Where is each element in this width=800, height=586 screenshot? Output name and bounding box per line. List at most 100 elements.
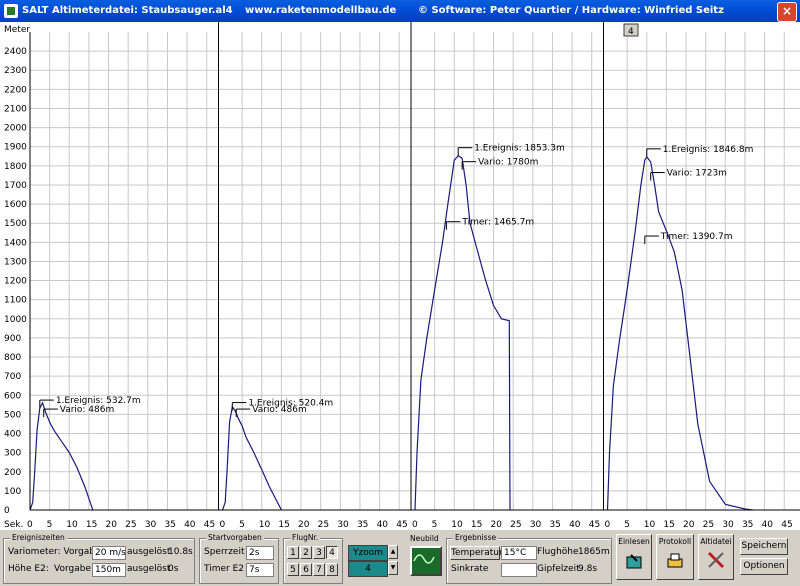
- y-tick-label: 500: [4, 410, 21, 420]
- altitude-curve: [414, 154, 511, 511]
- vorgabe-label: Vorgabe: [54, 564, 91, 574]
- yzoom-control: Yzoom 4 ▲ ▼: [348, 545, 398, 577]
- annotation-label: Timer: 1465.7m: [461, 218, 534, 228]
- x-tick-label: 10: [644, 520, 656, 530]
- x-tick-label: 45: [204, 520, 215, 530]
- chart-svg: 0100200300400500600700800900100011001200…: [4, 22, 800, 530]
- timer-e2-label: Timer E2: [204, 564, 244, 574]
- einlesen-label: Einlesen: [618, 537, 650, 546]
- y-tick-label: 1100: [4, 296, 27, 306]
- gipfelzeit-label: Gipfelzeit: [537, 564, 580, 574]
- ereigniszeiten-title: Ereigniszeiten: [10, 533, 67, 542]
- x-axis-label: Sek.: [4, 520, 23, 530]
- y-tick-label: 2000: [4, 124, 27, 134]
- y-tick-label: 200: [4, 468, 21, 478]
- flug-button-2[interactable]: 2: [300, 546, 312, 559]
- ausgeloest-value-1: 10.8s: [168, 547, 193, 557]
- x-tick-label: 5: [47, 520, 53, 530]
- ergebnisse-title: Ergebnisse: [453, 533, 499, 542]
- speichern-button[interactable]: Speichern: [740, 538, 788, 555]
- x-tick-label: 15: [471, 520, 482, 530]
- x-tick-label: 5: [624, 520, 630, 530]
- x-tick-label: 25: [125, 520, 136, 530]
- ausgeloest-value-2: 0s: [168, 564, 179, 574]
- variometer-vorgabe-value[interactable]: 20 m/s: [92, 546, 126, 560]
- neubild-button[interactable]: [410, 546, 442, 576]
- x-tick-label: 15: [278, 520, 289, 530]
- protokoll-label: Protokoll: [658, 537, 692, 546]
- annotation-label: Vario: 486m: [252, 405, 307, 415]
- y-tick-label: 600: [4, 391, 21, 401]
- yzoom-value[interactable]: 4: [348, 561, 388, 577]
- y-tick-label: 1700: [4, 181, 27, 191]
- y-tick-label: 400: [4, 430, 21, 440]
- x-tick-label: 45: [396, 520, 407, 530]
- close-button[interactable]: ×: [777, 2, 797, 22]
- x-tick-label: 20: [298, 520, 310, 530]
- y-tick-label: 1400: [4, 238, 27, 248]
- x-tick-label: 20: [491, 520, 503, 530]
- x-tick-label: 40: [762, 520, 774, 530]
- window-title: SALT Altimeterdatei: Staubsauger.al4: [22, 5, 233, 16]
- flug-button-1[interactable]: 1: [287, 546, 299, 559]
- y-tick-label: 100: [4, 487, 21, 497]
- y-tick-label: 0: [4, 506, 10, 516]
- y-tick-label: 1200: [4, 277, 27, 287]
- flug-button-6[interactable]: 6: [300, 563, 312, 576]
- flughoehe-label: Flughöhe: [537, 547, 579, 557]
- altitude-chart: 0 100 200 300 400 500 600 700 800 900 1000 1100 1200…: [0, 22, 800, 530]
- control-panel: Ereigniszeiten Variometer: Vorgabe 20 m/…: [0, 530, 800, 586]
- startvorgaben-group: Startvorgaben Sperrzeit 2s Timer E2 7s: [199, 533, 279, 584]
- x-tick-label: 35: [164, 520, 175, 530]
- page-indicator-label: 4: [628, 27, 634, 37]
- timer-e2-value[interactable]: 7s: [246, 563, 274, 577]
- sinkrate-label: Sinkrate: [451, 564, 489, 574]
- x-tick-label: 40: [184, 520, 196, 530]
- hoehe-e2-vorgabe-value[interactable]: 150m: [92, 563, 126, 577]
- flug-button-5[interactable]: 5: [287, 563, 299, 576]
- optionen-button[interactable]: Optionen: [740, 558, 788, 575]
- sperrzeit-value[interactable]: 2s: [246, 546, 274, 560]
- neubild-label: Neubild: [410, 534, 439, 543]
- einlesen-button[interactable]: Einlesen: [616, 534, 652, 580]
- flug-button-4[interactable]: 4: [326, 546, 338, 559]
- ergebnisse-group: Ergebnisse Temperatur 15°C Flughöhe 1865…: [446, 533, 612, 584]
- yzoom-up-button[interactable]: ▲: [388, 545, 398, 559]
- ereigniszeiten-group: Ereigniszeiten Variometer: Vorgabe 20 m/…: [3, 533, 195, 584]
- altitude-curve: [29, 401, 94, 511]
- x-tick-label: 35: [549, 520, 560, 530]
- x-tick-label: 5: [432, 520, 438, 530]
- flugnr-title: FlugNr.: [290, 533, 321, 542]
- annotation-label: Vario: 486m: [60, 405, 115, 415]
- temperatur-value: 15°C: [501, 546, 537, 560]
- neubild-control: Neubild: [408, 534, 442, 580]
- x-tick-label: 30: [722, 520, 734, 530]
- x-tick-label: 30: [530, 520, 542, 530]
- temperatur-label: Temperatur: [450, 546, 503, 560]
- y-tick-label: 1800: [4, 162, 27, 172]
- x-tick-label: 25: [318, 520, 329, 530]
- y-tick-label: 300: [4, 449, 21, 459]
- y-tick-label: 1600: [4, 200, 27, 210]
- flug-button-8[interactable]: 8: [326, 563, 338, 576]
- y-axis-label: Meter: [4, 25, 30, 35]
- yzoom-down-button[interactable]: ▼: [388, 561, 398, 575]
- y-tick-label: 2100: [4, 104, 27, 114]
- altitude-curve: [606, 155, 753, 511]
- flughoehe-value: 1865m: [578, 547, 610, 557]
- y-tick-label: 1500: [4, 219, 27, 229]
- import-icon: [626, 554, 642, 569]
- x-tick-label: 15: [86, 520, 97, 530]
- x-tick-label: 35: [357, 520, 368, 530]
- protokoll-button[interactable]: Protokoll: [656, 534, 694, 580]
- x-tick-label: 0: [220, 520, 226, 530]
- hoehe-e2-label: Höhe E2:: [8, 564, 49, 574]
- flug-button-7[interactable]: 7: [313, 563, 325, 576]
- printer-icon: [667, 553, 683, 568]
- altitude-curve: [221, 405, 282, 511]
- x-tick-label: 0: [412, 520, 418, 530]
- altidatei-button[interactable]: Altidatei: [698, 534, 734, 580]
- x-tick-label: 35: [742, 520, 753, 530]
- flug-button-3[interactable]: 3: [313, 546, 325, 559]
- annotation-label: 1.Ereignis: 1853.3m: [474, 144, 565, 154]
